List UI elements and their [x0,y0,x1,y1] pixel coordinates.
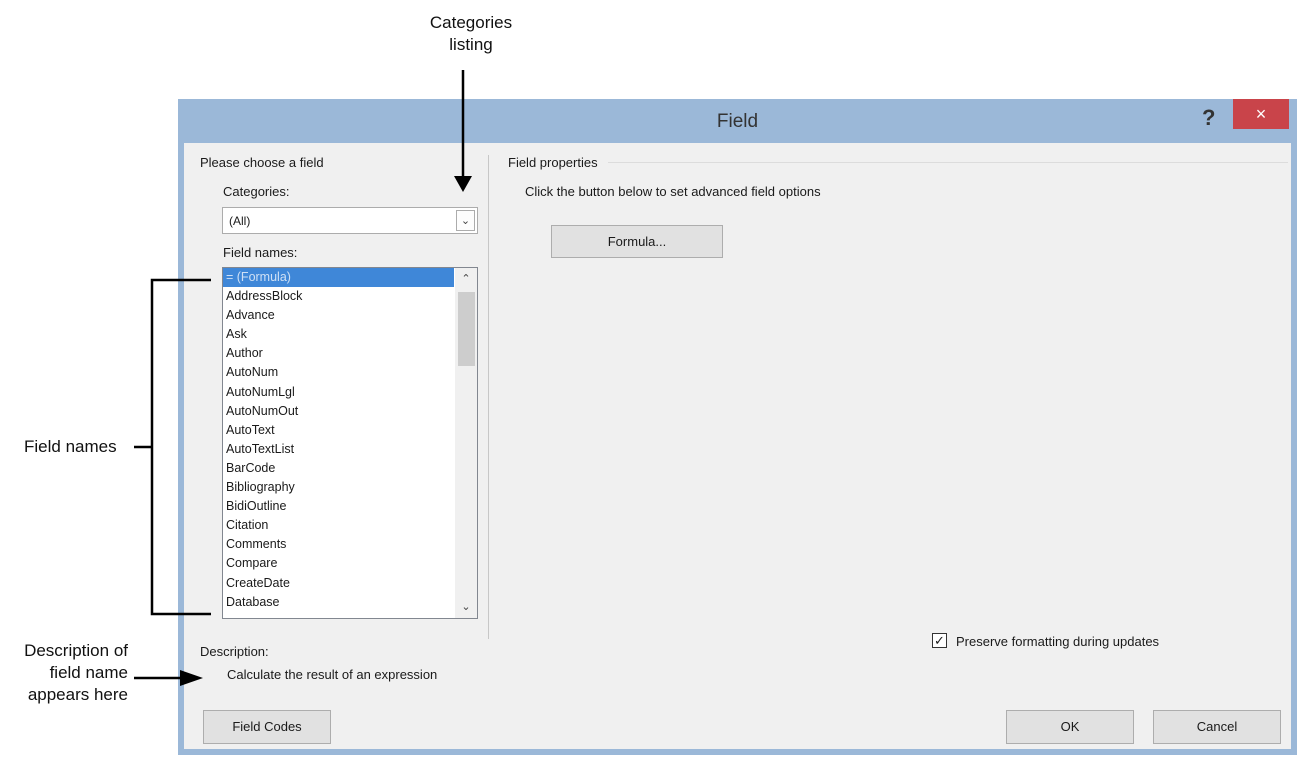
list-item[interactable]: = (Formula) [223,268,454,288]
field-names-label: Field names: [223,245,298,260]
close-button[interactable]: × [1233,99,1289,129]
field-names-annotation: Field names [24,437,117,456]
ok-button[interactable]: OK [1006,710,1134,744]
list-item[interactable]: AutoNum [223,363,454,382]
preserve-formatting-label[interactable]: Preserve formatting during updates [956,634,1159,649]
dialog-client: Please choose a field Categories: (All) … [184,143,1291,749]
instruction-text: Click the button below to set advanced f… [525,184,821,199]
title-bar[interactable]: Field ? × [178,99,1297,143]
list-scrollbar[interactable]: ⌃ ⌄ [455,268,477,618]
list-item[interactable]: AutoTextList [223,440,454,459]
annotation-line: listing [449,35,493,54]
description-text: Calculate the result of an expression [227,667,438,682]
list-item[interactable]: Citation [223,516,454,535]
list-item[interactable]: Database [223,593,454,612]
annotation-line: Categories [429,13,513,32]
chevron-down-icon[interactable]: ⌄ [456,210,475,231]
categories-value: (All) [229,214,251,228]
chevron-down-icon[interactable]: ⌄ [455,598,477,616]
list-item[interactable]: AutoNumLgl [223,383,454,402]
group-header-line [608,162,1288,163]
list-item[interactable]: AutoText [223,421,454,440]
categories-label: Categories: [223,184,290,199]
list-item[interactable]: BarCode [223,459,454,478]
group-divider [488,155,489,639]
field-names-items: = (Formula) AddressBlock Advance Ask Author A… [223,268,454,612]
annotation-line: Description of [24,641,128,660]
cancel-button[interactable]: Cancel [1153,710,1281,744]
field-properties-group-label: Field properties [508,155,598,170]
categories-listing-annotation: Categories listing [416,12,526,56]
list-item[interactable]: Comments [223,535,454,554]
choose-field-group-label: Please choose a field [200,155,324,170]
list-item[interactable]: BidiOutline [223,497,454,516]
field-dialog: Field ? × Please choose a field Categori… [178,99,1297,755]
list-item[interactable]: Ask [223,325,454,344]
list-item[interactable]: CreateDate [223,574,454,593]
chevron-up-icon[interactable]: ⌃ [455,270,477,288]
list-item[interactable]: Author [223,344,454,363]
field-names-list[interactable]: = (Formula) AddressBlock Advance Ask Author A… [222,267,478,619]
categories-dropdown[interactable]: (All) ⌄ [222,207,478,234]
list-item[interactable]: Advance [223,306,454,325]
list-item[interactable]: Bibliography [223,478,454,497]
formula-button[interactable]: Formula... [551,225,723,258]
list-item[interactable]: AutoNumOut [223,402,454,421]
description-annotation: Description of field name appears here [0,640,128,706]
list-item[interactable]: AddressBlock [223,287,454,306]
preserve-formatting-checkbox[interactable]: ✓ [932,633,947,648]
scrollbar-thumb[interactable] [458,292,475,366]
annotation-line: field name [49,663,128,682]
list-item[interactable]: Compare [223,554,454,573]
checkmark-icon: ✓ [934,633,945,648]
field-codes-button[interactable]: Field Codes [203,710,331,744]
help-button[interactable]: ? [1202,105,1215,131]
dialog-title: Field [716,111,759,132]
description-label: Description: [200,644,269,659]
annotation-line: appears here [27,685,128,704]
